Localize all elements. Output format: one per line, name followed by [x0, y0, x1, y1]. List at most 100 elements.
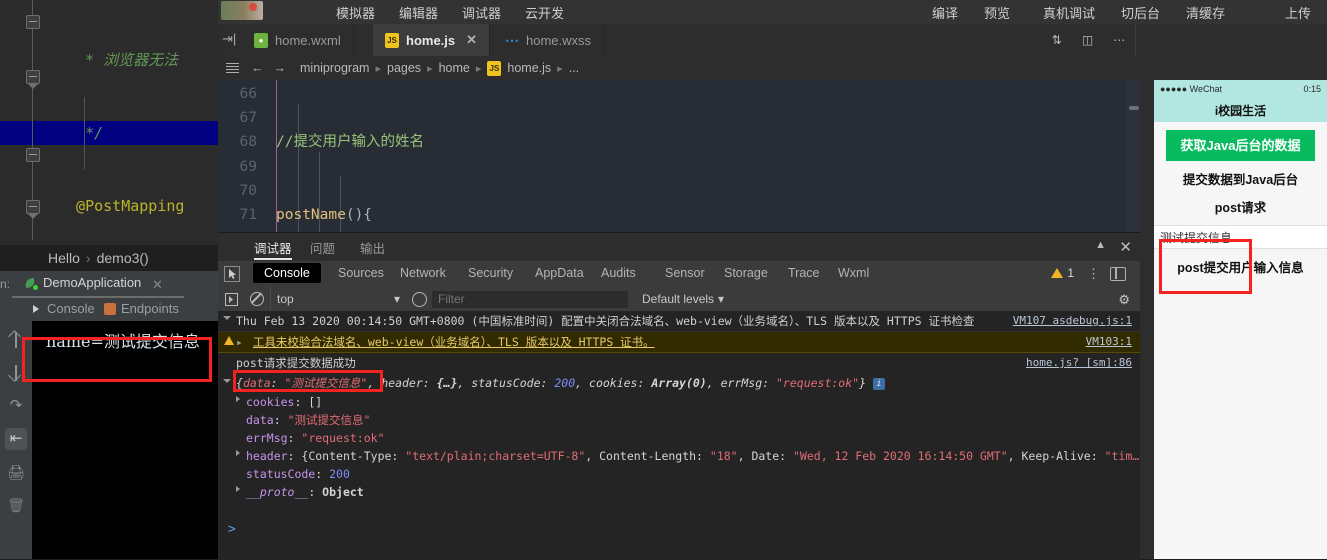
menu-debugger[interactable]: 调试器	[462, 3, 501, 22]
get-java-data-button[interactable]: 获取Java后台的数据	[1166, 130, 1315, 161]
devtool-tab-sensor[interactable]: Sensor	[665, 266, 705, 280]
menu-compile[interactable]: 编译	[932, 3, 958, 22]
dock-side-icon[interactable]	[1110, 267, 1126, 281]
console-output[interactable]: Thu Feb 13 2020 00:14:50 GMT+0800 (中国标准时…	[218, 311, 1140, 560]
menu-simulator[interactable]: 模拟器	[336, 3, 375, 22]
menu-preview[interactable]: 预览	[984, 3, 1010, 22]
tab-problems[interactable]: 问题	[310, 238, 335, 257]
console-message-info[interactable]: Thu Feb 13 2020 00:14:50 GMT+0800 (中国标准时…	[218, 311, 1140, 332]
console-message-warning[interactable]: ▸ 工具未校验合法域名、web-view（业务域名）、TLS 版本以及 HTTP…	[218, 332, 1140, 353]
toggle-sidebar-icon[interactable]: ⇥|	[222, 31, 236, 47]
split-view-icon[interactable]: ◫	[1072, 24, 1103, 56]
expand-arrow-icon[interactable]	[236, 396, 240, 402]
file-tab-home-wxml[interactable]: ● home.wxml	[242, 24, 354, 56]
arrow-down-icon[interactable]	[5, 362, 27, 384]
object-property-row[interactable]: __proto__: Object	[218, 483, 1140, 501]
breadcrumb-item-more[interactable]: ...	[569, 61, 579, 75]
name-input[interactable]: 测试提交信息	[1154, 225, 1327, 249]
scrollbar-thumb[interactable]	[1129, 106, 1139, 110]
live-expression-icon[interactable]	[406, 287, 432, 311]
java-editor[interactable]: * 浏览器无法 */ @PostMapping public Stri Syst…	[0, 0, 218, 505]
info-badge-icon[interactable]: i	[872, 378, 885, 390]
file-tab-home-wxss[interactable]: ⋯ home.wxss	[493, 24, 605, 56]
tab-output[interactable]: 输出	[360, 238, 385, 257]
object-property-row[interactable]: errMsg: "request:ok"	[218, 429, 1140, 447]
devtool-tab-storage[interactable]: Storage	[724, 266, 768, 280]
run-console-output[interactable]: name=测试提交信息	[32, 321, 218, 559]
trash-icon[interactable]: 🗑	[5, 494, 27, 516]
devtool-tab-audits[interactable]: Audits	[601, 266, 636, 280]
breadcrumb-item-home[interactable]: home	[439, 61, 470, 75]
breadcrumb-item-pages[interactable]: pages	[387, 61, 421, 75]
console-message-log[interactable]: post请求提交数据成功 home.js? [sm]:86	[218, 353, 1140, 373]
breadcrumb-item-home-js[interactable]: home.js	[507, 61, 551, 75]
menu-upload[interactable]: 上传	[1285, 3, 1311, 22]
collapse-icon[interactable]: ▲	[1095, 239, 1106, 251]
tab-debugger[interactable]: 调试器	[254, 238, 292, 257]
expand-arrow-icon[interactable]	[236, 486, 240, 492]
object-property-row[interactable]: statusCode: 200	[218, 465, 1140, 483]
expand-arrow-icon[interactable]: ▸	[236, 335, 243, 349]
devtool-tab-trace[interactable]: Trace	[788, 266, 820, 280]
property-key: errMsg	[246, 431, 288, 445]
execution-context-selector[interactable]: top ▾	[270, 287, 406, 311]
console-object-summary[interactable]: {data: "测试提交信息", header: {…}, statusCode…	[218, 373, 1140, 393]
devtool-tab-appdata[interactable]: AppData	[535, 266, 584, 280]
warning-count-badge[interactable]: 1	[1051, 266, 1074, 280]
devtool-tab-security[interactable]: Security	[468, 266, 513, 280]
soft-wrap-icon[interactable]: ↷	[5, 395, 27, 417]
fold-icon[interactable]	[26, 148, 40, 162]
fold-icon[interactable]	[26, 70, 40, 84]
expand-arrow-icon[interactable]	[223, 316, 231, 323]
devtool-tab-wxml[interactable]: Wxml	[838, 266, 869, 280]
devtool-tab-network[interactable]: Network	[400, 266, 446, 280]
run-tab-demoapplication[interactable]: DemoApplication	[24, 275, 141, 290]
console-sidebar-icon[interactable]	[218, 287, 244, 311]
expand-arrow-icon[interactable]	[236, 450, 240, 456]
breadcrumb-item-class[interactable]: Hello	[48, 250, 80, 266]
menu-background[interactable]: 切后台	[1121, 3, 1160, 22]
breadcrumb-item-miniprogram[interactable]: miniprogram	[300, 61, 369, 75]
menu-real-device-debug[interactable]: 真机调试	[1043, 3, 1095, 22]
filter-input[interactable]	[432, 290, 628, 308]
menu-clear-cache[interactable]: 清缓存	[1186, 3, 1225, 22]
editor-scrollbar[interactable]	[1126, 80, 1140, 232]
close-icon[interactable]: ✕	[152, 277, 163, 293]
subtab-console[interactable]: Console	[30, 301, 95, 316]
console-input-prompt[interactable]	[218, 518, 1140, 560]
subtab-endpoints[interactable]: Endpoints	[104, 301, 179, 316]
object-property-row[interactable]: cookies: []	[218, 393, 1140, 411]
log-level-selector[interactable]: Default levels ▾	[642, 292, 724, 306]
menu-editor[interactable]: 编辑器	[399, 3, 438, 22]
file-tree-icon[interactable]	[226, 62, 239, 74]
console-message-source[interactable]: VM103:1	[1086, 334, 1132, 350]
print-icon[interactable]: 🖨	[5, 461, 27, 483]
object-property-row[interactable]: header: {Content-Type: "text/plain;chars…	[218, 447, 1140, 465]
clear-console-icon[interactable]	[244, 287, 270, 311]
inspect-element-icon[interactable]	[224, 266, 240, 282]
back-icon[interactable]: ←	[251, 61, 264, 75]
console-message-source[interactable]: VM107 asdebug.js:1	[1013, 313, 1132, 329]
devtool-tab-sources[interactable]: Sources	[338, 266, 384, 280]
more-options-icon[interactable]: ⋯	[1103, 24, 1135, 56]
devtool-tab-console[interactable]: Console	[253, 263, 321, 283]
breadcrumb-item-method[interactable]: demo3()	[97, 250, 149, 266]
arrow-up-icon[interactable]	[5, 329, 27, 351]
close-icon[interactable]: ✕	[466, 32, 477, 48]
fold-icon[interactable]	[26, 15, 40, 29]
editor-gutter[interactable]	[26, 0, 46, 266]
menu-cloud[interactable]: 云开发	[525, 3, 564, 22]
gear-icon[interactable]: ⚙	[1118, 292, 1130, 308]
file-tab-home-js[interactable]: JS home.js ✕	[373, 24, 491, 56]
console-message-source[interactable]: home.js? [sm]:86	[1026, 355, 1132, 371]
expand-arrow-icon[interactable]	[223, 379, 231, 386]
object-property-row[interactable]: data: "测试提交信息"	[218, 411, 1140, 429]
js-editor[interactable]: 66 67 68 69 70 71 72 //提交用户输入的姓名 postNam…	[218, 80, 1140, 232]
close-icon[interactable]: ✕	[1119, 238, 1132, 256]
scroll-to-end-icon[interactable]: ⇤	[5, 428, 27, 450]
sync-icon[interactable]: ⇅	[1042, 24, 1072, 56]
fold-icon[interactable]	[26, 200, 40, 214]
more-options-icon[interactable]: ⋮	[1087, 266, 1100, 282]
forward-icon[interactable]: →	[274, 61, 287, 75]
phone-screen[interactable]: ●●●●● WeChat 0:15 i校园生活 获取Java后台的数据 提交数据…	[1154, 80, 1327, 559]
